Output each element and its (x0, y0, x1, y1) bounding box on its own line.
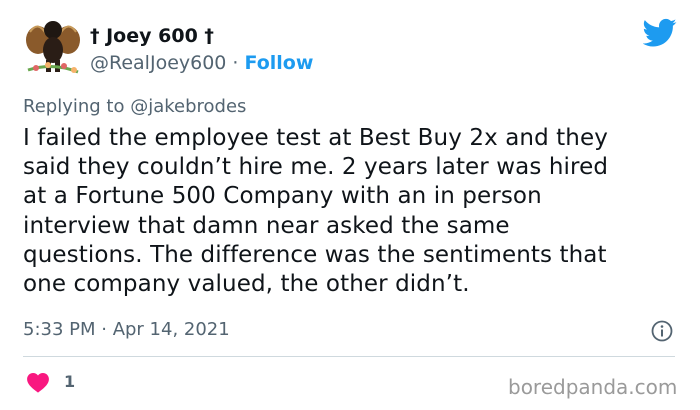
like-count[interactable]: 1 (64, 372, 75, 392)
avatar[interactable] (24, 14, 82, 78)
replying-prefix: Replying to (23, 96, 131, 117)
twitter-bird-icon[interactable] (643, 18, 677, 48)
watermark: boredpanda.com (508, 375, 678, 399)
tweet-card: † Joey 600 † @RealJoey600 · Follow Reply… (0, 0, 700, 410)
tweet-line: interview that damn near asked the same (23, 212, 510, 239)
tweet-line: said they couldn’t hire me. 2 years late… (23, 154, 609, 181)
handle-line: @RealJoey600 · Follow (90, 51, 313, 75)
follow-button[interactable]: Follow (245, 52, 314, 74)
tweet-line: I failed the employee test at Best Buy 2… (23, 125, 608, 151)
tweet-timestamp[interactable]: 5:33 PM · Apr 14, 2021 (23, 318, 230, 342)
heart-icon[interactable] (27, 373, 49, 393)
tweet-line: one company valued, the other didn’t. (23, 271, 470, 298)
info-icon[interactable] (651, 320, 673, 342)
user-handle[interactable]: @RealJoey600 (90, 52, 226, 74)
display-name[interactable]: † Joey 600 † (90, 24, 214, 48)
separator-dot: · (226, 52, 245, 74)
tweet-line: questions. The difference was the sentim… (23, 241, 607, 268)
tweet-line: at a Fortune 500 Company with an in pers… (23, 183, 542, 210)
reply-mention-link[interactable]: @jakebrodes (130, 96, 246, 117)
divider (23, 356, 675, 357)
tweet-text: I failed the employee test at Best Buy 2… (23, 124, 693, 299)
replying-to: Replying to @jakebrodes (23, 96, 246, 118)
